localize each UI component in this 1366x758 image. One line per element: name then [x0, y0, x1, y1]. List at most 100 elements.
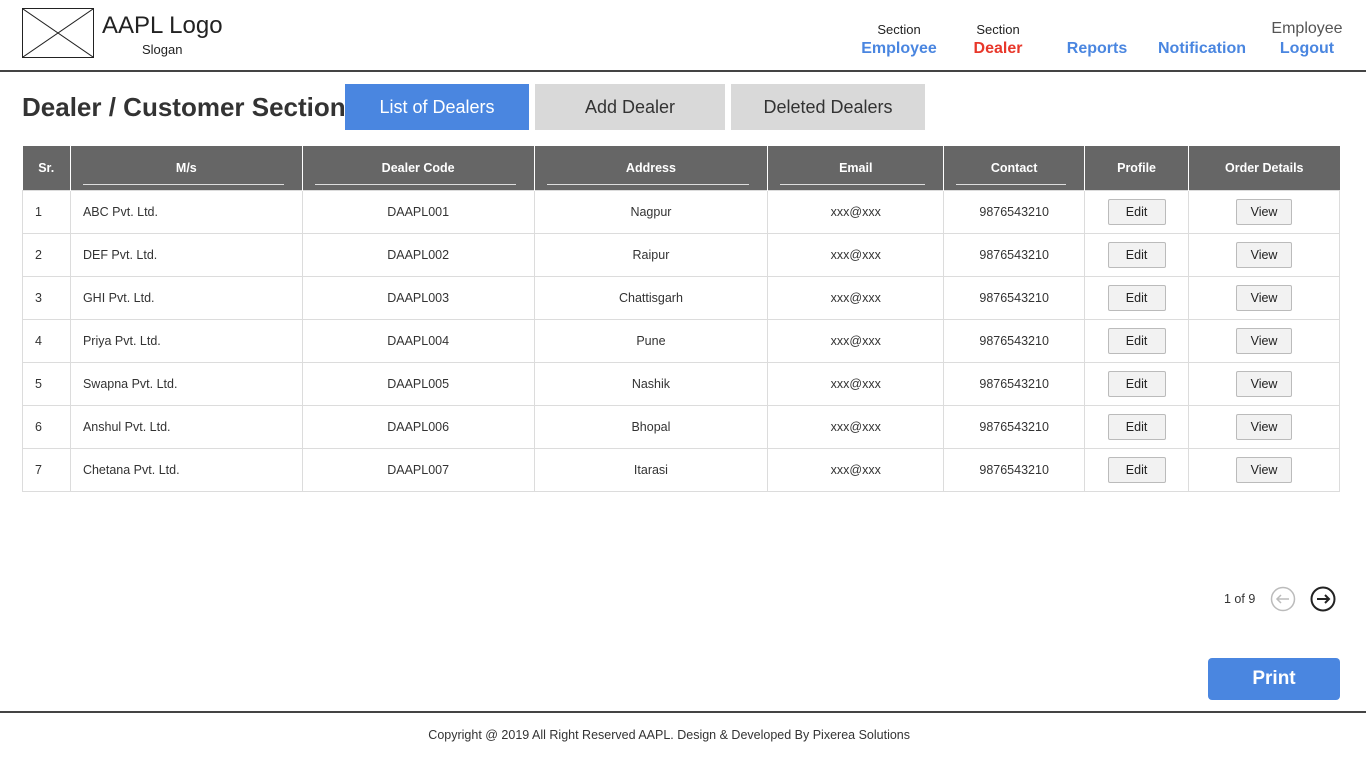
table-row: 6 Anshul Pvt. Ltd. DAAPL006 Bhopal xxx@xxx 98… [22, 404, 1340, 449]
cell-order-details: View [1188, 189, 1340, 234]
user-menu: Employee Logout [1266, 20, 1348, 60]
cell-address: Itarasi [533, 447, 769, 492]
cell-ms: Swapna Pvt. Ltd. [69, 361, 303, 406]
cell-contact: 9876543210 [943, 404, 1086, 449]
cell-dealer-code: DAAPL007 [301, 447, 535, 492]
nav-reports-small [1060, 22, 1134, 38]
logo-text: AAPL Logo [102, 12, 223, 39]
view-button[interactable]: View [1236, 370, 1293, 397]
cell-sr: 5 [22, 361, 71, 406]
cell-profile: Edit [1084, 318, 1190, 363]
cell-profile: Edit [1084, 232, 1190, 277]
view-button[interactable]: View [1236, 413, 1293, 440]
edit-button[interactable]: Edit [1107, 370, 1166, 397]
column-header: Email [767, 146, 945, 190]
table-row: 4 Priya Pvt. Ltd. DAAPL004 Pune xxx@xxx 98765… [22, 318, 1340, 363]
tab-add-dealer[interactable]: Add Dealer [535, 84, 725, 130]
view-button[interactable]: View [1236, 198, 1293, 225]
cell-ms: ABC Pvt. Ltd. [69, 189, 303, 234]
cell-email: xxx@xxx [767, 361, 945, 406]
cell-profile: Edit [1084, 404, 1190, 449]
dealers-table: Sr. M/s Dealer Code Address Email Contac… [22, 146, 1340, 492]
edit-button[interactable]: Edit [1107, 198, 1166, 225]
nav-dealer[interactable]: Section Dealer [962, 22, 1034, 60]
cell-order-details: View [1188, 447, 1340, 492]
view-button[interactable]: View [1236, 456, 1293, 483]
nav-notification-label[interactable]: Notification [1152, 38, 1252, 60]
header: AAPL Logo Slogan Section Employee Sectio… [0, 0, 1366, 72]
column-header: M/s [70, 146, 303, 190]
cell-profile: Edit [1084, 361, 1190, 406]
view-button[interactable]: View [1236, 327, 1293, 354]
cell-dealer-code: DAAPL005 [301, 361, 535, 406]
cell-email: xxx@xxx [767, 404, 945, 449]
view-button[interactable]: View [1236, 284, 1293, 311]
cell-dealer-code: DAAPL001 [301, 189, 535, 234]
logo-placeholder-icon [22, 8, 94, 58]
nav-employee[interactable]: Section Employee [858, 22, 940, 60]
prev-page-icon[interactable] [1270, 586, 1296, 612]
cell-contact: 9876543210 [943, 447, 1086, 492]
cell-sr: 4 [22, 318, 71, 363]
cell-order-details: View [1188, 232, 1340, 277]
cell-profile: Edit [1084, 189, 1190, 234]
nav-reports-label[interactable]: Reports [1060, 38, 1134, 60]
cell-dealer-code: DAAPL004 [301, 318, 535, 363]
cell-sr: 3 [22, 275, 71, 320]
column-header: Contact [943, 146, 1086, 190]
cell-ms: Chetana Pvt. Ltd. [69, 447, 303, 492]
cell-sr: 2 [22, 232, 71, 277]
table-row: 5 Swapna Pvt. Ltd. DAAPL005 Nashik xxx@xxx 98… [22, 361, 1340, 406]
cell-dealer-code: DAAPL002 [301, 232, 535, 277]
cell-address: Chattisgarh [533, 275, 769, 320]
table-row: 1 ABC Pvt. Ltd. DAAPL001 Nagpur xxx@xxx 98765… [22, 189, 1340, 234]
cell-dealer-code: DAAPL003 [301, 275, 535, 320]
column-header: Sr. [22, 146, 71, 190]
cell-address: Nashik [533, 361, 769, 406]
edit-button[interactable]: Edit [1107, 456, 1166, 483]
edit-button[interactable]: Edit [1107, 413, 1166, 440]
cell-contact: 9876543210 [943, 189, 1086, 234]
nav-reports[interactable]: Reports [1060, 22, 1134, 60]
cell-address: Raipur [533, 232, 769, 277]
table-row: 7 Chetana Pvt. Ltd. DAAPL007 Itarasi xxx@xxx… [22, 447, 1340, 492]
edit-button[interactable]: Edit [1107, 284, 1166, 311]
cell-contact: 9876543210 [943, 361, 1086, 406]
cell-address: Nagpur [533, 189, 769, 234]
cell-email: xxx@xxx [767, 189, 945, 234]
cell-contact: 9876543210 [943, 318, 1086, 363]
tab-list-of-dealers[interactable]: List of Dealers [345, 84, 529, 130]
print-button[interactable]: Print [1208, 658, 1340, 700]
nav-dealer-small: Section [976, 22, 1020, 37]
nav-notification[interactable]: Notification [1152, 22, 1252, 60]
column-header: Dealer Code [302, 146, 535, 190]
next-page-icon[interactable] [1310, 586, 1336, 612]
footer-divider [0, 711, 1366, 713]
nav-notification-small [1152, 22, 1252, 38]
cell-sr: 1 [22, 189, 71, 234]
logout-link[interactable]: Logout [1266, 38, 1348, 60]
cell-address: Bhopal [533, 404, 769, 449]
table-row: 3 GHI Pvt. Ltd. DAAPL003 Chattisgarh xxx@xxx… [22, 275, 1340, 320]
cell-email: xxx@xxx [767, 318, 945, 363]
page-title: Dealer / Customer Section [22, 92, 346, 122]
cell-ms: DEF Pvt. Ltd. [69, 232, 303, 277]
tab-deleted-dealers[interactable]: Deleted Dealers [731, 84, 925, 130]
column-header: Order Details [1188, 146, 1340, 190]
table-row: 2 DEF Pvt. Ltd. DAAPL002 Raipur xxx@xxx 98765… [22, 232, 1340, 277]
nav-employee-label[interactable]: Employee [858, 38, 940, 60]
cell-ms: Priya Pvt. Ltd. [69, 318, 303, 363]
cell-contact: 9876543210 [943, 275, 1086, 320]
cell-profile: Edit [1084, 447, 1190, 492]
column-header: Address [534, 146, 769, 190]
edit-button[interactable]: Edit [1107, 241, 1166, 268]
cell-ms: GHI Pvt. Ltd. [69, 275, 303, 320]
view-button[interactable]: View [1236, 241, 1293, 268]
edit-button[interactable]: Edit [1107, 327, 1166, 354]
cell-contact: 9876543210 [943, 232, 1086, 277]
column-header: Profile [1084, 146, 1190, 190]
cell-dealer-code: DAAPL006 [301, 404, 535, 449]
cell-address: Pune [533, 318, 769, 363]
cell-order-details: View [1188, 275, 1340, 320]
nav-dealer-label[interactable]: Dealer [962, 38, 1034, 60]
